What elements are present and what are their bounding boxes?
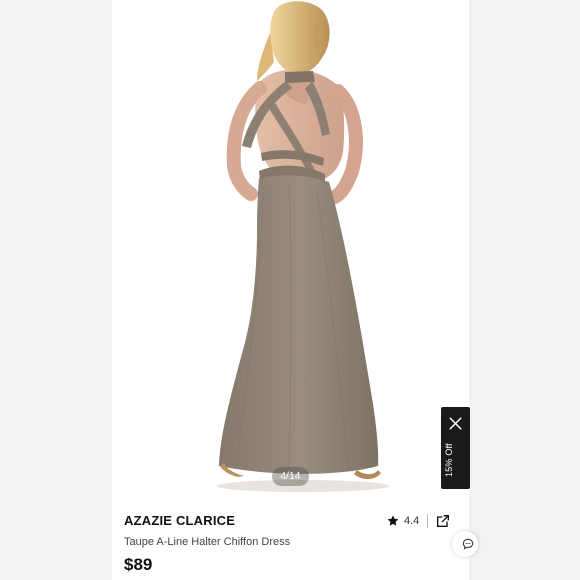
product-info: AZAZIE CLARICE Taupe A-Line Halter Chiff… [112,500,469,580]
dress-model-image[interactable] [112,0,469,500]
chat-icon[interactable] [461,537,475,551]
rating-value: 4.4 [404,515,420,527]
product-name[interactable]: Taupe A-Line Halter Chiffon Dress [124,536,290,548]
discount-label[interactable]: 15% Off [444,438,467,482]
product-card: 4/14 AZAZIE CLARICE Taupe A-Line Halter … [112,0,469,580]
product-photo[interactable]: 4/14 [112,0,469,500]
star-icon [387,515,399,526]
discount-promo-tab[interactable]: 15% Off [441,407,470,489]
share-icon[interactable] [435,513,451,529]
close-icon[interactable] [448,416,463,431]
image-counter: 4/14 [272,467,309,486]
product-screenshot: 4/14 AZAZIE CLARICE Taupe A-Line Halter … [0,0,580,580]
rating-share-bar: 4.4 [382,511,458,531]
product-price: $89 [124,555,153,574]
chat-button[interactable] [452,531,478,557]
brand-name[interactable]: AZAZIE CLARICE [124,513,235,528]
rating-divider [427,514,428,528]
